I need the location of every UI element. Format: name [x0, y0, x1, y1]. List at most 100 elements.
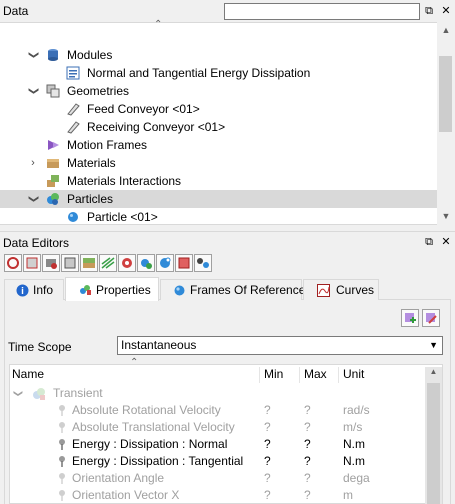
tree-scrollbar[interactable]: ▲ ▼: [437, 22, 455, 225]
expanded-chevron-icon[interactable]: ❯: [9, 390, 26, 398]
collapsed-chevron-icon[interactable]: ›: [27, 154, 39, 172]
property-name: Orientation Angle: [72, 471, 165, 485]
tab-label: Properties: [96, 283, 151, 297]
tree-item-label: Particle <01>: [87, 210, 158, 224]
property-unit: rad/s: [343, 403, 370, 417]
panel-divider: [0, 231, 455, 232]
sort-indicator-icon: ⌃: [130, 357, 139, 368]
property-min: ?: [264, 420, 271, 434]
info-icon: [16, 284, 29, 297]
property-max: ?: [304, 420, 311, 434]
data-panel-title: Data: [3, 4, 29, 18]
pin-icon: [59, 422, 65, 433]
column-header-unit[interactable]: Unit: [343, 367, 364, 382]
tree-item-label: Materials: [67, 156, 116, 170]
tree-item-module[interactable]: Normal and Tangential Energy Dissipation: [0, 64, 437, 82]
tool-2-icon[interactable]: [23, 254, 41, 272]
property-name: Absolute Rotational Velocity: [72, 403, 221, 417]
expanded-chevron-icon[interactable]: ❯: [24, 85, 42, 97]
property-row[interactable]: Absolute Rotational Velocity ? ? rad/s: [12, 402, 422, 419]
tree-item-modules[interactable]: ❯ Modules: [0, 46, 437, 64]
float-panel-icon[interactable]: ⧉: [423, 5, 435, 17]
tool-4-icon[interactable]: [61, 254, 79, 272]
property-row[interactable]: Energy : Dissipation : Tangential ? ? N.…: [12, 453, 422, 470]
close-panel-icon[interactable]: ✕: [440, 5, 452, 17]
scroll-up-hint-icon: ⌃: [154, 19, 163, 30]
property-unit: m/s: [343, 420, 363, 434]
pin-icon: [59, 405, 65, 416]
column-header-name[interactable]: Name: [12, 367, 44, 382]
property-name: Orientation Vector X: [72, 488, 180, 502]
property-row[interactable]: Absolute Translational Velocity ? ? m/s: [12, 419, 422, 436]
time-scope-value: Instantaneous: [121, 338, 197, 352]
data-tree[interactable]: ⌃ ❯ Modules Normal and Tangential Energy…: [0, 19, 455, 226]
tool-6-icon[interactable]: [99, 254, 117, 272]
pin-icon: [59, 456, 65, 467]
property-name: Energy : Dissipation : Tangential: [72, 454, 244, 468]
scrollbar-thumb[interactable]: [439, 56, 452, 132]
tool-3-icon[interactable]: [42, 254, 60, 272]
property-max: ?: [304, 454, 311, 468]
dropdown-arrow-icon[interactable]: ▼: [429, 337, 438, 354]
pin-icon: [59, 473, 65, 484]
property-min: ?: [264, 471, 271, 485]
tree-item-materials[interactable]: › Materials: [0, 154, 437, 172]
column-header-max[interactable]: Max: [304, 367, 327, 382]
tool-8-icon[interactable]: [137, 254, 155, 272]
tab-info[interactable]: Info: [4, 279, 64, 300]
column-header-min[interactable]: Min: [264, 367, 283, 382]
tool-1-icon[interactable]: [4, 254, 22, 272]
property-max: ?: [304, 403, 311, 417]
tree-item-motion-frames[interactable]: Motion Frames: [0, 136, 437, 154]
expanded-chevron-icon[interactable]: ❯: [24, 193, 42, 205]
property-min: ?: [264, 403, 271, 417]
edit-property-icon[interactable]: [422, 309, 440, 327]
transient-icon: [33, 388, 45, 400]
property-unit: N.m: [343, 454, 365, 468]
data-search-input[interactable]: [224, 3, 420, 20]
tab-label: Frames Of Reference: [190, 283, 306, 297]
tool-10-icon[interactable]: [175, 254, 193, 272]
tool-11-icon[interactable]: [194, 254, 212, 272]
tool-9-icon[interactable]: [156, 254, 174, 272]
tree-item-materials-interactions[interactable]: Materials Interactions: [0, 172, 437, 190]
geometries-icon: [46, 84, 60, 98]
curves-icon: [317, 284, 330, 297]
tree-item-particles[interactable]: ❯ Particles: [0, 190, 437, 208]
time-scope-select[interactable]: Instantaneous ▼: [117, 336, 443, 355]
tree-item-geometries[interactable]: ❯ Geometries: [0, 82, 437, 100]
conveyor-icon: [67, 121, 80, 134]
property-max: ?: [304, 437, 311, 451]
tree-item-label: Feed Conveyor <01>: [87, 102, 200, 116]
tree-item-label: Motion Frames: [67, 138, 148, 152]
tab-frames-of-reference[interactable]: Frames Of Reference: [160, 279, 306, 300]
add-property-icon[interactable]: [401, 309, 419, 327]
property-row[interactable]: Energy : Dissipation : Normal ? ? N.m: [12, 436, 422, 453]
property-row[interactable]: Orientation Angle ? ? dega: [12, 470, 422, 487]
close-panel-icon[interactable]: ✕: [440, 236, 452, 248]
float-panel-icon[interactable]: ⧉: [423, 236, 435, 248]
column-separator: [259, 367, 260, 383]
tool-7-icon[interactable]: [118, 254, 136, 272]
properties-icon: [80, 285, 91, 295]
tree-item-receiving-conveyor[interactable]: Receiving Conveyor <01>: [0, 118, 437, 136]
conveyor-icon: [67, 103, 80, 116]
scrollbar-thumb[interactable]: [427, 383, 440, 504]
tab-properties[interactable]: Properties: [65, 277, 159, 301]
motion-frames-icon: [48, 140, 59, 150]
tab-curves[interactable]: Curves: [303, 279, 379, 300]
tree-item-particle[interactable]: Particle <01>: [0, 208, 437, 226]
time-scope-label: Time Scope: [8, 340, 72, 354]
expanded-chevron-icon[interactable]: ❯: [24, 49, 42, 61]
scroll-up-icon[interactable]: ▲: [437, 25, 455, 35]
tab-label: Curves: [336, 283, 375, 297]
property-max: ?: [304, 471, 311, 485]
scroll-up-icon[interactable]: ▲: [425, 367, 442, 376]
tree-item-feed-conveyor[interactable]: Feed Conveyor <01>: [0, 100, 437, 118]
frames-of-reference-icon: [174, 285, 185, 296]
tree-item-label: Normal and Tangential Energy Dissipation: [87, 66, 311, 80]
properties-scrollbar[interactable]: ▲: [425, 367, 442, 504]
tool-5-icon[interactable]: [80, 254, 98, 272]
property-row[interactable]: Orientation Vector X ? ? m: [12, 487, 422, 504]
scroll-down-icon[interactable]: ▼: [437, 211, 455, 221]
